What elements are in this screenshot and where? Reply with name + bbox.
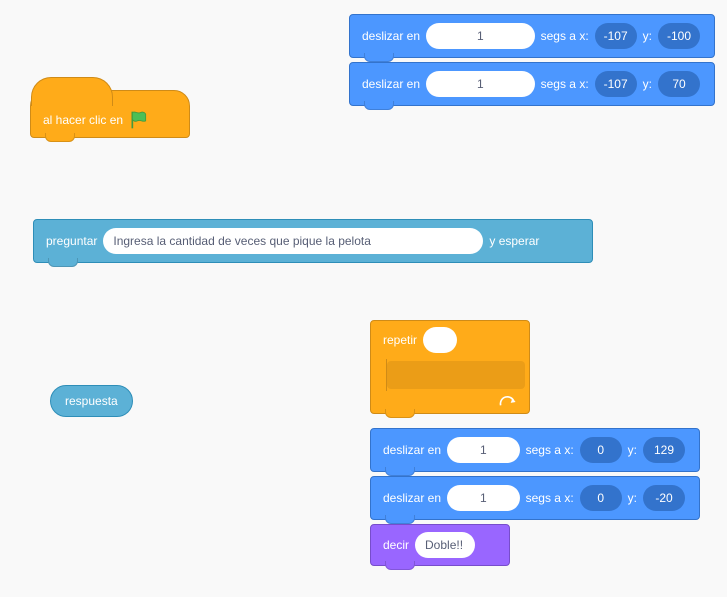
say-prefix: decir xyxy=(383,538,409,552)
glide-mid: segs a x: xyxy=(541,77,589,91)
motion-glide-block-1[interactable]: deslizar en segs a x: -107 y: -100 xyxy=(349,14,715,58)
glide-ylabel: y: xyxy=(628,491,637,505)
glide-mid: segs a x: xyxy=(526,443,574,457)
glide-prefix: deslizar en xyxy=(383,491,441,505)
ask-suffix: y esperar xyxy=(489,234,539,248)
glide3-y-input[interactable]: 129 xyxy=(643,437,685,463)
hat-label: al hacer clic en xyxy=(43,113,123,127)
glide-prefix: deslizar en xyxy=(362,29,420,43)
answer-label: respuesta xyxy=(65,394,118,408)
sensing-ask-block[interactable]: preguntar y esperar xyxy=(33,219,593,263)
say-text-input[interactable] xyxy=(415,532,475,558)
glide3-secs-input[interactable] xyxy=(447,437,520,463)
looks-say-block[interactable]: decir xyxy=(370,524,510,566)
glide3-x-input[interactable]: 0 xyxy=(580,437,622,463)
repeat-body-slot[interactable] xyxy=(387,361,525,389)
glide2-x-input[interactable]: -107 xyxy=(595,71,637,97)
glide1-secs-input[interactable] xyxy=(426,23,535,49)
glide4-x-input[interactable]: 0 xyxy=(580,485,622,511)
repeat-label: repetir xyxy=(383,333,417,347)
glide-mid: segs a x: xyxy=(541,29,589,43)
glide-prefix: deslizar en xyxy=(383,443,441,457)
glide-prefix: deslizar en xyxy=(362,77,420,91)
glide2-secs-input[interactable] xyxy=(426,71,535,97)
green-flag-icon xyxy=(129,110,149,130)
glide-ylabel: y: xyxy=(628,443,637,457)
glide1-x-input[interactable]: -107 xyxy=(595,23,637,49)
glide1-y-input[interactable]: -100 xyxy=(658,23,700,49)
glide4-secs-input[interactable] xyxy=(447,485,520,511)
glide-ylabel: y: xyxy=(643,77,652,91)
glide4-y-input[interactable]: -20 xyxy=(643,485,685,511)
glide-mid: segs a x: xyxy=(526,491,574,505)
ask-question-input[interactable] xyxy=(103,228,483,254)
loop-arrow-icon xyxy=(499,395,519,409)
motion-glide-block-3[interactable]: deslizar en segs a x: 0 y: 129 xyxy=(370,428,700,472)
motion-glide-block-4[interactable]: deslizar en segs a x: 0 y: -20 xyxy=(370,476,700,520)
repeat-times-input[interactable] xyxy=(423,327,457,353)
sensing-answer-reporter[interactable]: respuesta xyxy=(50,385,133,417)
event-when-flag-clicked[interactable]: al hacer clic en xyxy=(30,90,190,138)
motion-glide-block-2[interactable]: deslizar en segs a x: -107 y: 70 xyxy=(349,62,715,106)
glide2-y-input[interactable]: 70 xyxy=(658,71,700,97)
ask-prefix: preguntar xyxy=(46,234,97,248)
control-repeat-block[interactable]: repetir xyxy=(370,320,530,414)
glide-ylabel: y: xyxy=(643,29,652,43)
